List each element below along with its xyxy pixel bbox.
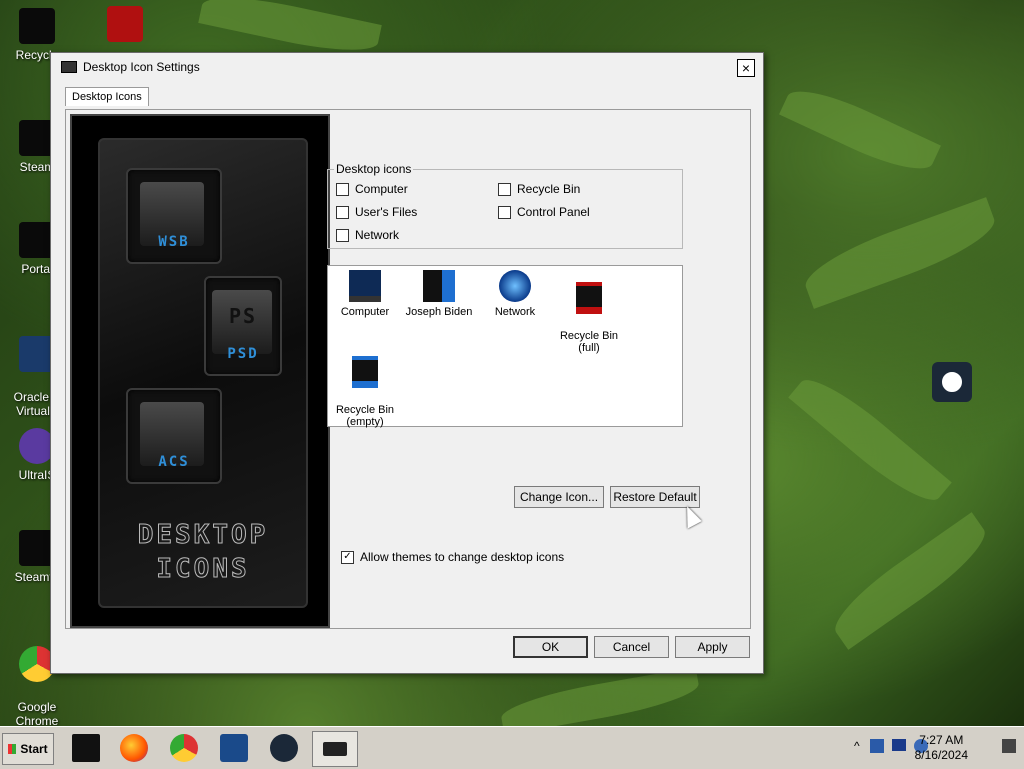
preview-title-line2: ICONS bbox=[156, 554, 250, 585]
network-icon[interactable] bbox=[870, 739, 884, 753]
taskbar-virtualbox[interactable] bbox=[212, 731, 256, 765]
checkbox-box[interactable] bbox=[498, 205, 511, 219]
steam-desktop-icon[interactable] bbox=[932, 362, 972, 402]
recycle-bin-empty-icon bbox=[352, 356, 378, 388]
tab-strip: Desktop Icons bbox=[65, 87, 149, 106]
taskbar-desktop-settings[interactable] bbox=[312, 731, 358, 767]
preview-tile-ps: PS PSD bbox=[204, 276, 282, 376]
wallpaper-leaf bbox=[788, 366, 952, 514]
user-folder-icon bbox=[423, 270, 455, 302]
taskbar-terminal[interactable] bbox=[64, 731, 108, 765]
chrome-icon bbox=[170, 734, 198, 762]
apply-button[interactable]: Apply bbox=[675, 636, 750, 658]
list-item-network[interactable]: Network bbox=[478, 270, 552, 318]
taskbar-steam[interactable] bbox=[262, 731, 306, 765]
desktop-icon-settings-dialog: Desktop Icon Settings × Desktop Icons WS… bbox=[50, 52, 764, 674]
steam-icon bbox=[270, 734, 298, 762]
taskbar: Start ^ 7:27 AM 8/16/2024 bbox=[0, 726, 1024, 769]
system-tray: ^ 7:27 AM 8/16/2024 bbox=[846, 731, 1024, 765]
wallpaper-leaf bbox=[824, 512, 996, 650]
app-icon bbox=[107, 6, 143, 42]
theme-preview-image: WSB PS PSD ACS DESKTOP ICONS bbox=[70, 114, 330, 628]
change-icon-button[interactable]: Change Icon... bbox=[514, 486, 604, 508]
checkbox-recycle-bin[interactable]: Recycle Bin bbox=[498, 182, 580, 196]
close-button[interactable]: × bbox=[737, 59, 755, 77]
checkbox-network[interactable]: Network bbox=[336, 228, 399, 242]
recycle-bin-full-icon bbox=[576, 282, 602, 314]
checkbox-computer[interactable]: Computer bbox=[336, 182, 408, 196]
wallpaper-leaf bbox=[798, 197, 1002, 309]
recycle-bin-icon bbox=[19, 8, 55, 44]
window-title: Desktop Icon Settings bbox=[83, 60, 200, 74]
start-button[interactable]: Start bbox=[2, 733, 54, 765]
ok-button[interactable]: OK bbox=[513, 636, 588, 658]
terminal-icon bbox=[72, 734, 100, 762]
restore-default-button[interactable]: Restore Default bbox=[610, 486, 700, 508]
list-item-recycle-full[interactable]: Recycle Bin (full) bbox=[552, 270, 626, 354]
desktop-icons-groupbox: Desktop icons Computer Recycle Bin User'… bbox=[327, 162, 683, 249]
tray-expand-button[interactable]: ^ bbox=[854, 739, 860, 753]
checkbox-users-files[interactable]: User's Files bbox=[336, 205, 417, 219]
desktop-settings-icon bbox=[323, 742, 347, 756]
checkbox-control-panel[interactable]: Control Panel bbox=[498, 205, 590, 219]
cancel-button[interactable]: Cancel bbox=[594, 636, 669, 658]
preview-tile-acs: ACS bbox=[126, 388, 222, 484]
checkbox-box[interactable] bbox=[336, 182, 349, 196]
wallpaper-leaf bbox=[498, 666, 702, 736]
steam-logo-icon bbox=[939, 369, 965, 395]
virtualbox-icon bbox=[220, 734, 248, 762]
groupbox-legend: Desktop icons bbox=[334, 162, 414, 176]
monitor-icon[interactable] bbox=[892, 739, 906, 751]
desktop-icon-red[interactable] bbox=[90, 6, 160, 46]
window-icon bbox=[61, 61, 77, 73]
allow-themes-checkbox[interactable]: ✓ Allow themes to change desktop icons bbox=[341, 550, 564, 564]
monitor-icon bbox=[349, 270, 381, 302]
preview-panel: WSB PS PSD ACS DESKTOP ICONS bbox=[98, 138, 308, 608]
list-item-user-files[interactable]: Joseph Biden bbox=[402, 270, 476, 318]
wallpaper-leaf bbox=[779, 78, 941, 182]
checkbox-box-checked[interactable]: ✓ bbox=[341, 550, 354, 564]
list-item-computer[interactable]: Computer bbox=[328, 270, 402, 318]
clock[interactable]: 7:27 AM 8/16/2024 bbox=[915, 733, 968, 763]
preview-title-line1: DESKTOP bbox=[137, 520, 269, 551]
taskbar-firefox[interactable] bbox=[112, 731, 156, 765]
firefox-icon bbox=[120, 734, 148, 762]
list-item-recycle-empty[interactable]: Recycle Bin (empty) bbox=[328, 344, 402, 428]
preview-tile-wsb: WSB bbox=[126, 168, 222, 264]
tab-desktop-icons[interactable]: Desktop Icons bbox=[65, 87, 149, 106]
show-desktop-icon[interactable] bbox=[1002, 739, 1016, 753]
windows-logo-icon bbox=[8, 744, 17, 754]
icon-list[interactable]: Computer Joseph Biden Network Recycle Bi… bbox=[327, 265, 683, 428]
checkbox-box[interactable] bbox=[336, 228, 349, 242]
checkbox-box[interactable] bbox=[336, 205, 349, 219]
title-bar[interactable]: Desktop Icon Settings × bbox=[51, 53, 763, 81]
globe-icon bbox=[499, 270, 531, 302]
checkbox-box[interactable] bbox=[498, 182, 511, 196]
taskbar-chrome[interactable] bbox=[162, 731, 206, 765]
